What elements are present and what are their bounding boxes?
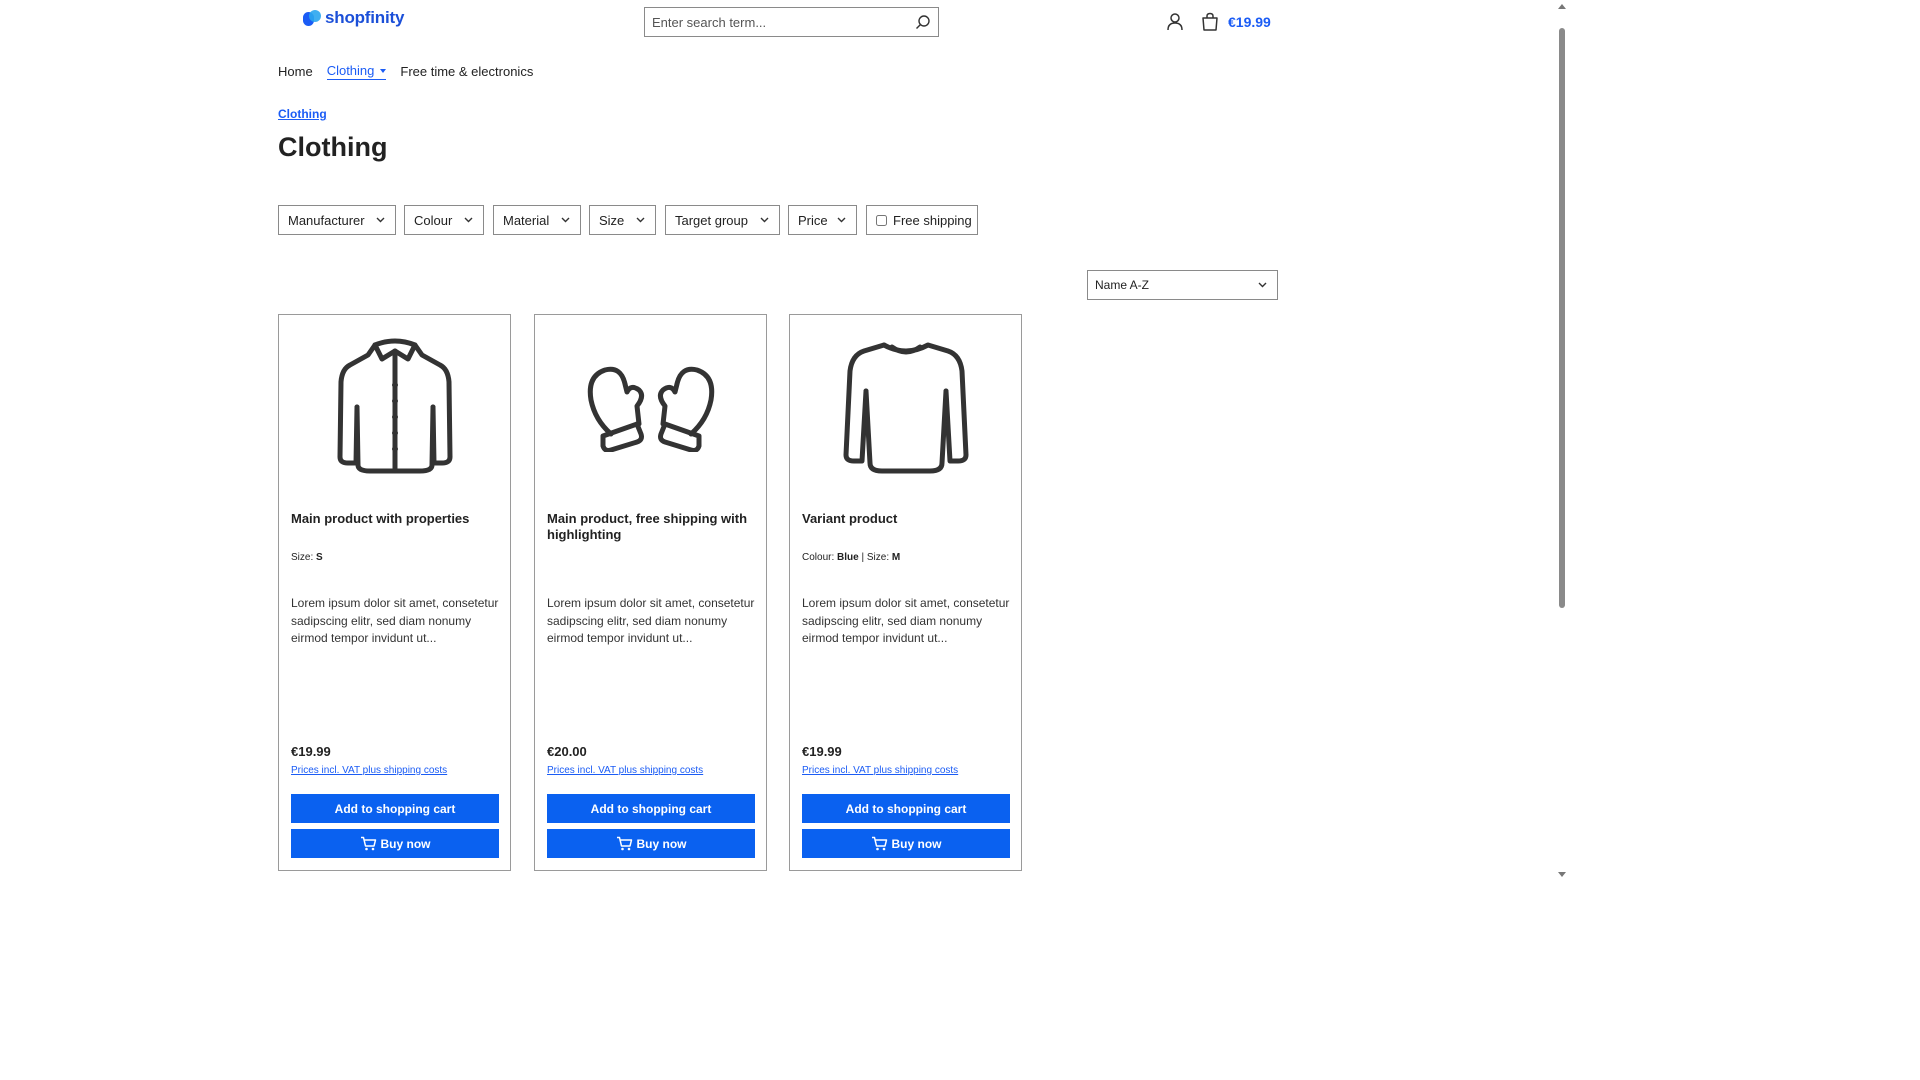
- property-value: Blue: [837, 552, 859, 563]
- product-description: Lorem ipsum dolor sit amet, consetetur s…: [291, 596, 499, 645]
- search-button[interactable]: [908, 8, 938, 36]
- filter-manufacturer[interactable]: Manufacturer: [278, 205, 396, 235]
- product-properties: Size: S: [291, 552, 323, 563]
- add-to-cart-button[interactable]: Add to shopping cart: [291, 794, 499, 823]
- nav-item-free-time-electronics[interactable]: Free time & electronics: [400, 62, 533, 80]
- product-price: €19.99: [802, 744, 842, 759]
- buy-now-button[interactable]: Buy now: [802, 829, 1010, 858]
- logo-text: shopfinity: [325, 8, 405, 27]
- filter-material[interactable]: Material: [493, 205, 581, 235]
- product-image[interactable]: [790, 327, 1021, 487]
- main-navigation: Home Clothing Free time & electronics: [278, 62, 547, 80]
- add-to-cart-button[interactable]: Add to shopping cart: [802, 794, 1010, 823]
- filter-label: Target group: [675, 212, 748, 228]
- buy-now-label: Buy now: [636, 836, 687, 851]
- filter-colour[interactable]: Colour: [404, 205, 484, 235]
- product-card: Main product with properties Size: S Lor…: [278, 314, 511, 871]
- nav-item-clothing[interactable]: Clothing: [326, 62, 387, 80]
- product-name[interactable]: Main product with properties: [291, 511, 501, 527]
- property-value: S: [316, 552, 323, 563]
- mittens-icon: [587, 366, 714, 452]
- nav-item-label: Clothing: [326, 63, 375, 78]
- buy-now-button[interactable]: Buy now: [547, 829, 755, 858]
- sort-select[interactable]: Name A-Z: [1087, 270, 1278, 300]
- filter-target-group[interactable]: Target group: [665, 205, 780, 235]
- filter-label: Material: [503, 212, 550, 228]
- product-image[interactable]: [535, 327, 766, 487]
- property-label: Colour:: [802, 552, 835, 563]
- buy-now-label: Buy now: [891, 836, 942, 851]
- sweater-icon: [843, 342, 968, 474]
- product-card: Variant product Colour: Blue | Size: M L…: [789, 314, 1022, 871]
- chevron-down-icon: [561, 217, 570, 223]
- filter-label: Manufacturer: [288, 212, 365, 228]
- add-to-cart-button[interactable]: Add to shopping cart: [547, 794, 755, 823]
- jacket-icon: [337, 338, 452, 474]
- filter-size[interactable]: Size: [589, 205, 656, 235]
- product-description: Lorem ipsum dolor sit amet, consetetur s…: [547, 596, 755, 645]
- vat-shipping-link[interactable]: Prices incl. VAT plus shipping costs: [547, 765, 703, 776]
- product-price: €19.99: [291, 744, 331, 759]
- property-label: Size:: [866, 552, 890, 563]
- product-description: Lorem ipsum dolor sit amet, consetetur s…: [802, 596, 1010, 645]
- search-box: [644, 7, 939, 37]
- filter-label: Price: [798, 212, 828, 228]
- buy-now-button[interactable]: Buy now: [291, 829, 499, 858]
- chevron-down-icon: [1258, 282, 1267, 288]
- filter-label: Colour: [414, 212, 453, 228]
- shopping-bag-icon[interactable]: [1200, 12, 1220, 32]
- cart-icon: [616, 836, 632, 851]
- property-label: Size:: [291, 552, 314, 563]
- cart-total[interactable]: €19.99: [1228, 14, 1271, 30]
- product-price: €20.00: [547, 744, 587, 759]
- product-image[interactable]: [279, 327, 510, 487]
- logo-mark-icon: [303, 8, 323, 28]
- filter-price[interactable]: Price: [788, 205, 857, 235]
- product-name[interactable]: Main product, free shipping with highlig…: [547, 511, 757, 543]
- buy-now-label: Buy now: [380, 836, 431, 851]
- product-properties: Colour: Blue | Size: M: [802, 552, 900, 563]
- cart-icon: [360, 836, 376, 851]
- page-title: Clothing: [278, 132, 388, 162]
- search-input[interactable]: [645, 8, 908, 36]
- chevron-down-icon: [376, 217, 385, 223]
- chevron-down-icon: [837, 217, 846, 223]
- scroll-down-icon[interactable]: [1558, 872, 1566, 877]
- account-icon[interactable]: [1166, 12, 1184, 32]
- chevron-down-icon: [636, 217, 645, 223]
- scroll-up-icon[interactable]: [1558, 4, 1566, 9]
- vat-shipping-link[interactable]: Prices incl. VAT plus shipping costs: [802, 765, 958, 776]
- nav-item-home[interactable]: Home: [278, 62, 313, 80]
- filter-label: Size: [599, 212, 625, 228]
- vertical-scrollbar[interactable]: [1556, 0, 1568, 882]
- chevron-down-icon: [760, 217, 769, 223]
- shop-logo[interactable]: shopfinity: [303, 8, 404, 28]
- cart-icon: [871, 836, 887, 851]
- site-header: shopfinity €19.99: [0, 0, 1568, 50]
- caret-down-icon: [380, 68, 387, 73]
- scrollbar-thumb[interactable]: [1559, 28, 1565, 608]
- product-card: Main product, free shipping with highlig…: [534, 314, 767, 871]
- free-shipping-checkbox[interactable]: [876, 214, 887, 226]
- breadcrumb[interactable]: Clothing: [278, 107, 327, 121]
- search-icon: [916, 15, 930, 29]
- free-shipping-label: Free shipping: [893, 212, 972, 228]
- vat-shipping-link[interactable]: Prices incl. VAT plus shipping costs: [291, 765, 447, 776]
- property-value: M: [891, 552, 901, 563]
- product-name[interactable]: Variant product: [802, 511, 1012, 527]
- chevron-down-icon: [464, 217, 473, 223]
- filter-free-shipping[interactable]: Free shipping: [866, 205, 978, 235]
- sort-selected-value: Name A-Z: [1095, 278, 1150, 292]
